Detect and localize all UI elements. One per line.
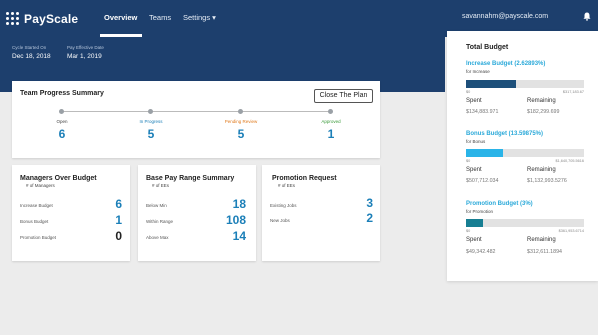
promotion-budget-min: $0 — [466, 229, 471, 233]
pay-range-row-label: Below Min — [146, 203, 167, 208]
increase-budget-max: $317,183.67 — [562, 90, 584, 94]
increase-remaining-label: Remaining — [527, 98, 556, 104]
bonus-budget-title: Bonus Budget (13.59875%) — [466, 131, 544, 137]
increase-remaining-value: $182,299.699 — [527, 109, 560, 115]
promotion-remaining-label: Remaining — [527, 237, 556, 243]
pay-range-row-value[interactable]: 108 — [216, 213, 246, 227]
managers-row-label: Promotion Budget — [20, 235, 57, 240]
total-budget-title: Total Budget — [466, 44, 509, 51]
promotion-row-value[interactable]: 3 — [343, 196, 373, 210]
pay-effective-label: Pay Effective Date — [67, 45, 104, 50]
increase-budget-subtitle: for Increase — [466, 69, 490, 74]
promotion-spent-label: Spent — [466, 237, 482, 243]
step-label-pending-review: Pending Review — [224, 119, 258, 124]
nav-tab-teams[interactable]: Teams — [149, 13, 171, 22]
managers-row-value[interactable]: 6 — [92, 197, 122, 211]
total-budget-panel: Total Budget Increase Budget (2.62893%) … — [447, 31, 598, 281]
step-count-open[interactable]: 6 — [32, 127, 92, 141]
increase-budget-bar-fill — [466, 80, 516, 88]
bonus-spent-value: $507,712.034 — [466, 178, 499, 184]
pay-range-row-value[interactable]: 18 — [216, 197, 246, 211]
promotion-spent-value: $49,342.482 — [466, 249, 496, 255]
pay-range-row-value[interactable]: 14 — [216, 229, 246, 243]
bonus-budget-subtitle: for Bonus — [466, 139, 486, 144]
managers-over-budget-subtitle: # of Managers — [26, 183, 55, 188]
cycle-started-value: Dec 18, 2018 — [12, 53, 51, 60]
step-label-open: Open — [56, 119, 68, 124]
step-dot-pending-review — [238, 109, 243, 114]
pay-range-row-label: Within Range — [146, 219, 174, 224]
promotion-budget-title: Promotion Budget (3%) — [466, 201, 533, 207]
promotion-remaining-value: $312,611.1894 — [527, 249, 562, 255]
promotion-budget-subtitle: for Promotion — [466, 209, 494, 214]
step-label-approved: Approved — [321, 119, 341, 124]
nav-tab-overview[interactable]: Overview — [104, 13, 137, 22]
cycle-started-label: Cycle Started On — [12, 45, 47, 50]
promotion-request-title: Promotion Request — [272, 175, 337, 182]
managers-over-budget-title: Managers Over Budget — [20, 175, 97, 182]
managers-row-value[interactable]: 0 — [92, 229, 122, 243]
pay-range-row-label: Above Max — [146, 235, 169, 240]
close-plan-button[interactable]: Close The Plan — [314, 89, 373, 103]
step-dot-in-progress — [148, 109, 153, 114]
step-dot-approved — [328, 109, 333, 114]
step-count-pending-review[interactable]: 5 — [211, 127, 271, 141]
managers-row-label: Increase Budget — [20, 203, 53, 208]
pay-effective-value: Mar 1, 2019 — [67, 53, 102, 60]
step-count-approved[interactable]: 1 — [301, 127, 361, 141]
bonus-remaining-value: $1,132,993.5276 — [527, 178, 567, 184]
step-count-in-progress[interactable]: 5 — [121, 127, 181, 141]
promotion-row-value[interactable]: 2 — [343, 211, 373, 225]
team-progress-title: Team Progress Summary — [20, 90, 104, 97]
step-dot-open — [59, 109, 64, 114]
nav-tab-settings[interactable]: Settings ▾ — [183, 13, 216, 22]
promotion-budget-max: $361,953.6714 — [558, 229, 584, 233]
notification-bell-icon[interactable] — [583, 12, 591, 21]
bonus-remaining-label: Remaining — [527, 167, 556, 173]
user-email[interactable]: savannahm@payscale.com — [462, 13, 548, 20]
base-pay-range-title: Base Pay Range Summary — [146, 175, 235, 182]
increase-spent-value: $134,883.971 — [466, 109, 499, 115]
bonus-budget-min: $0 — [466, 159, 471, 163]
promotion-row-label: New Jobs — [270, 218, 290, 223]
payscale-logo[interactable]: PayScale — [6, 10, 78, 28]
bonus-budget-bar — [466, 149, 584, 157]
promotion-budget-bar — [466, 219, 584, 227]
increase-budget-title: Increase Budget (2.62893%) — [466, 61, 546, 67]
promotion-request-subtitle: # of EEs — [278, 183, 296, 188]
promotion-budget-bar-fill — [466, 219, 483, 227]
promotion-row-label: Existing Jobs — [270, 203, 297, 208]
base-pay-range-subtitle: # of EEs — [152, 183, 170, 188]
progress-timeline — [61, 111, 331, 112]
increase-spent-label: Spent — [466, 98, 482, 104]
increase-budget-min: $0 — [466, 90, 471, 94]
increase-budget-bar — [466, 80, 584, 88]
managers-row-label: Bonus Budget — [20, 219, 49, 224]
logo-dots-icon — [6, 12, 20, 26]
bonus-budget-bar-fill — [466, 149, 503, 157]
bonus-spent-label: Spent — [466, 167, 482, 173]
brand-name: PayScale — [24, 12, 79, 26]
bonus-budget-max: $1,640,705.5616 — [555, 159, 584, 163]
managers-row-value[interactable]: 1 — [92, 213, 122, 227]
step-label-in-progress: In Progress — [139, 119, 163, 124]
